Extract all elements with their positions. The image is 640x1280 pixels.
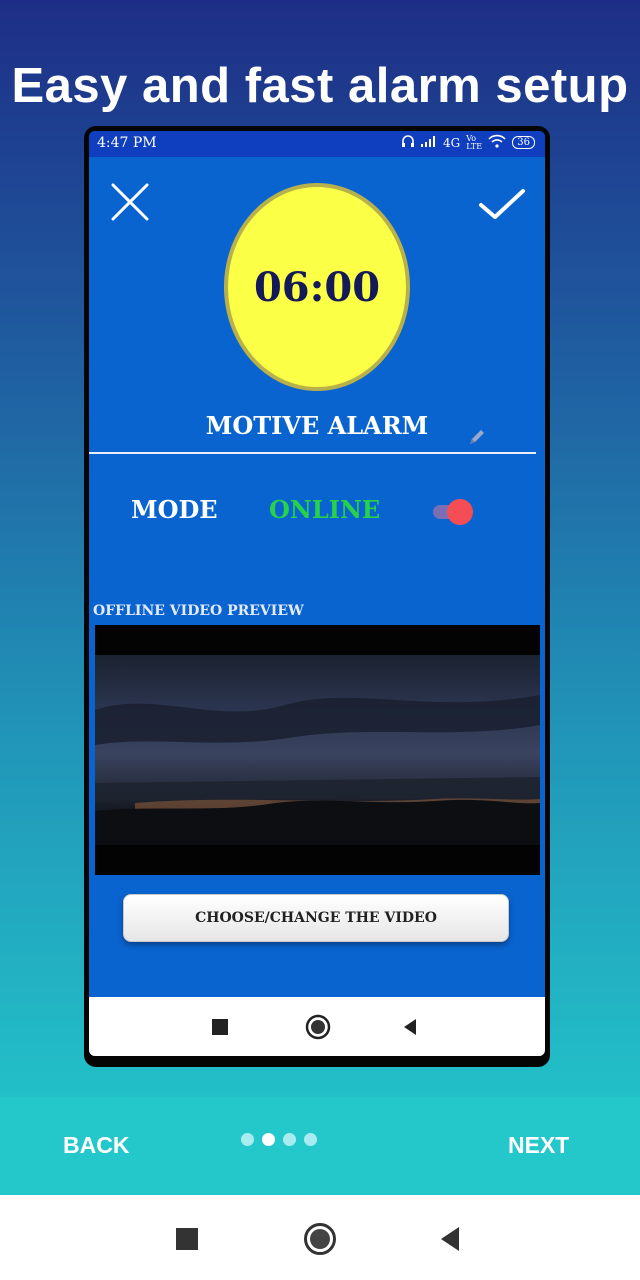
phone-screen: 4:47 PM 4G Vo LTE 36 06:00 MOTIVE ALARM … xyxy=(89,131,545,1056)
mode-label: MODE xyxy=(131,495,218,524)
video-preview-label: OFFLINE VIDEO PREVIEW xyxy=(93,603,304,619)
page-dot xyxy=(283,1133,296,1146)
page-dot-active xyxy=(262,1133,275,1146)
alarm-time-display[interactable]: 06:00 xyxy=(224,183,410,391)
page-dot xyxy=(304,1133,317,1146)
volte-label: Vo LTE xyxy=(466,133,483,151)
onboarding-headline: Easy and fast alarm setup xyxy=(11,59,629,113)
status-bar: 4:47 PM 4G Vo LTE 36 xyxy=(89,131,545,157)
page-indicator xyxy=(241,1133,317,1146)
recents-square-icon[interactable] xyxy=(212,1019,228,1040)
next-button[interactable]: NEXT xyxy=(508,1132,569,1159)
home-circle-icon[interactable] xyxy=(305,1014,331,1045)
video-preview[interactable] xyxy=(95,625,540,875)
toggle-thumb xyxy=(447,499,473,525)
page-dot xyxy=(241,1133,254,1146)
signal-icon xyxy=(421,135,437,150)
phone-mockup: 4:47 PM 4G Vo LTE 36 06:00 MOTIVE ALARM … xyxy=(84,126,550,1067)
status-icons: 4G Vo LTE 36 xyxy=(401,134,535,151)
edit-pencil-icon[interactable] xyxy=(467,427,487,447)
system-nav-bar xyxy=(0,1195,640,1280)
choose-video-button[interactable]: CHOOSE/CHANGE THE VIDEO xyxy=(123,894,509,942)
recents-square-icon[interactable] xyxy=(176,1228,198,1255)
headphones-icon xyxy=(401,134,415,151)
sunset-landscape-image xyxy=(95,695,540,845)
video-thumbnail xyxy=(95,655,540,845)
back-button[interactable]: BACK xyxy=(63,1132,129,1159)
back-triangle-icon[interactable] xyxy=(439,1226,461,1257)
back-triangle-icon[interactable] xyxy=(402,1018,418,1041)
status-time: 4:47 PM xyxy=(97,135,157,151)
close-icon[interactable] xyxy=(107,179,153,225)
mode-toggle[interactable] xyxy=(429,499,475,525)
wifi-icon xyxy=(488,134,506,151)
network-type-label: 4G xyxy=(443,135,461,150)
mode-value: ONLINE xyxy=(269,495,381,524)
alarm-name-underline xyxy=(89,452,536,454)
battery-icon: 36 xyxy=(512,136,535,149)
home-circle-icon[interactable] xyxy=(303,1222,337,1261)
confirm-check-icon[interactable] xyxy=(477,179,525,225)
phone-nav-bar xyxy=(89,997,545,1056)
